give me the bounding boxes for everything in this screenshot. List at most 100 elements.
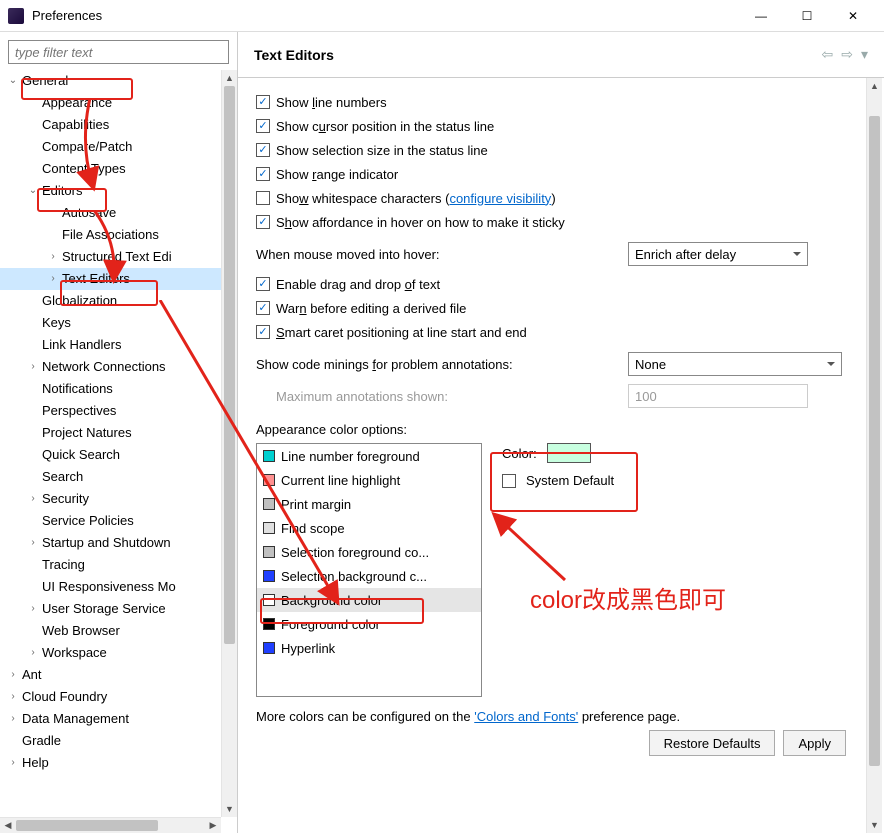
color-option-label: Selection foreground co... — [281, 545, 429, 560]
tree-item[interactable]: ›Network Connections — [0, 356, 237, 378]
scroll-thumb[interactable] — [224, 86, 235, 644]
colors-and-fonts-link[interactable]: 'Colors and Fonts' — [474, 709, 578, 724]
scroll-thumb[interactable] — [869, 116, 880, 767]
tree-item[interactable]: ›Text Editors — [0, 268, 237, 290]
chevron-down-icon[interactable]: ⌄ — [26, 180, 40, 202]
color-option-label: Find scope — [281, 521, 345, 536]
tree-item[interactable]: ›Workspace — [0, 642, 237, 664]
tree-item[interactable]: ⌄General — [0, 70, 237, 92]
maximize-button[interactable]: ☐ — [784, 0, 830, 32]
show-whitespace-checkbox[interactable] — [256, 191, 270, 205]
chevron-right-icon[interactable]: › — [46, 246, 60, 268]
content-vscrollbar[interactable]: ▲ ▼ — [866, 78, 882, 833]
tree-item[interactable]: Appearance — [0, 92, 237, 114]
tree-item[interactable]: ›Help — [0, 752, 237, 774]
color-well[interactable] — [547, 443, 591, 463]
tree-item-label: Network Connections — [40, 356, 166, 378]
color-option[interactable]: Background color — [257, 588, 481, 612]
chevron-down-icon[interactable]: ⌄ — [6, 70, 20, 92]
tree-item-label: Security — [40, 488, 89, 510]
chevron-right-icon[interactable]: › — [6, 752, 20, 774]
tree-item[interactable]: Autosave — [0, 202, 237, 224]
scroll-left-icon[interactable]: ◀ — [0, 818, 16, 833]
tree-item[interactable]: Notifications — [0, 378, 237, 400]
tree-item[interactable]: Link Handlers — [0, 334, 237, 356]
show-line-numbers-checkbox[interactable] — [256, 95, 270, 109]
color-option-label: Background color — [281, 593, 382, 608]
appearance-color-list[interactable]: Line number foregroundCurrent line highl… — [256, 443, 482, 697]
tree-item[interactable]: Content Types — [0, 158, 237, 180]
tree-item[interactable]: Quick Search — [0, 444, 237, 466]
restore-defaults-button[interactable]: Restore Defaults — [649, 730, 776, 756]
filter-input[interactable] — [8, 40, 229, 64]
tree-item[interactable]: Perspectives — [0, 400, 237, 422]
scroll-up-icon[interactable]: ▲ — [867, 78, 882, 94]
color-option[interactable]: Line number foreground — [257, 444, 481, 468]
code-minings-select[interactable]: None — [628, 352, 842, 376]
chevron-right-icon[interactable]: › — [26, 488, 40, 510]
chevron-right-icon[interactable]: › — [46, 268, 60, 290]
nav-forward-icon[interactable]: ⇨ — [841, 46, 853, 63]
tree-item[interactable]: UI Responsiveness Mo — [0, 576, 237, 598]
close-button[interactable]: ✕ — [830, 0, 876, 32]
nav-back-icon[interactable]: ⇦ — [822, 46, 834, 63]
preferences-tree[interactable]: ⌄GeneralAppearanceCapabilitiesCompare/Pa… — [0, 70, 237, 780]
tree-item[interactable]: Compare/Patch — [0, 136, 237, 158]
tree-item[interactable]: Web Browser — [0, 620, 237, 642]
smart-caret-checkbox[interactable] — [256, 325, 270, 339]
show-cursor-position-checkbox[interactable] — [256, 119, 270, 133]
minimize-button[interactable]: — — [738, 0, 784, 32]
tree-item[interactable]: ›User Storage Service — [0, 598, 237, 620]
tree-item[interactable]: ›Ant — [0, 664, 237, 686]
tree-item[interactable]: Globalization — [0, 290, 237, 312]
warn-derived-checkbox[interactable] — [256, 301, 270, 315]
nav-menu-icon[interactable]: ▾ — [861, 46, 868, 63]
color-option[interactable]: Hyperlink — [257, 636, 481, 660]
scroll-thumb-h[interactable] — [16, 820, 158, 831]
tree-item[interactable]: ›Cloud Foundry — [0, 686, 237, 708]
show-range-indicator-checkbox[interactable] — [256, 167, 270, 181]
enable-dnd-checkbox[interactable] — [256, 277, 270, 291]
color-option[interactable]: Find scope — [257, 516, 481, 540]
hover-select[interactable]: Enrich after delay — [628, 242, 808, 266]
color-option[interactable]: Current line highlight — [257, 468, 481, 492]
show-selection-size-label: Show selection size in the status line — [276, 143, 488, 158]
chevron-right-icon[interactable]: › — [26, 356, 40, 378]
scroll-down-icon[interactable]: ▼ — [867, 817, 882, 833]
configure-visibility-link[interactable]: configure visibility — [449, 191, 551, 206]
apply-button[interactable]: Apply — [783, 730, 846, 756]
scroll-up-icon[interactable]: ▲ — [222, 70, 237, 86]
tree-item[interactable]: Capabilities — [0, 114, 237, 136]
system-default-checkbox[interactable] — [502, 474, 516, 488]
show-selection-size-checkbox[interactable] — [256, 143, 270, 157]
tree-item[interactable]: File Associations — [0, 224, 237, 246]
tree-item[interactable]: ›Security — [0, 488, 237, 510]
chevron-right-icon[interactable]: › — [26, 598, 40, 620]
chevron-right-icon[interactable]: › — [26, 642, 40, 664]
show-affordance-checkbox[interactable] — [256, 215, 270, 229]
chevron-right-icon[interactable]: › — [6, 686, 20, 708]
color-swatch — [263, 570, 275, 582]
tree-hscrollbar[interactable]: ◀ ▶ — [0, 817, 221, 833]
tree-item[interactable]: Gradle — [0, 730, 237, 752]
tree-item[interactable]: Service Policies — [0, 510, 237, 532]
tree-item[interactable]: Search — [0, 466, 237, 488]
tree-item[interactable]: Keys — [0, 312, 237, 334]
color-swatch — [263, 594, 275, 606]
chevron-right-icon[interactable]: › — [6, 708, 20, 730]
tree-item[interactable]: ›Data Management — [0, 708, 237, 730]
color-option[interactable]: Selection background c... — [257, 564, 481, 588]
chevron-right-icon[interactable]: › — [6, 664, 20, 686]
scroll-right-icon[interactable]: ▶ — [205, 818, 221, 833]
tree-vscrollbar[interactable]: ▲ ▼ — [221, 70, 237, 817]
tree-item[interactable]: ›Structured Text Edi — [0, 246, 237, 268]
color-option[interactable]: Print margin — [257, 492, 481, 516]
tree-item[interactable]: ›Startup and Shutdown — [0, 532, 237, 554]
color-option[interactable]: Foreground color — [257, 612, 481, 636]
tree-item[interactable]: Project Natures — [0, 422, 237, 444]
color-option[interactable]: Selection foreground co... — [257, 540, 481, 564]
scroll-down-icon[interactable]: ▼ — [222, 801, 237, 817]
tree-item[interactable]: ⌄Editors — [0, 180, 237, 202]
chevron-right-icon[interactable]: › — [26, 532, 40, 554]
tree-item[interactable]: Tracing — [0, 554, 237, 576]
